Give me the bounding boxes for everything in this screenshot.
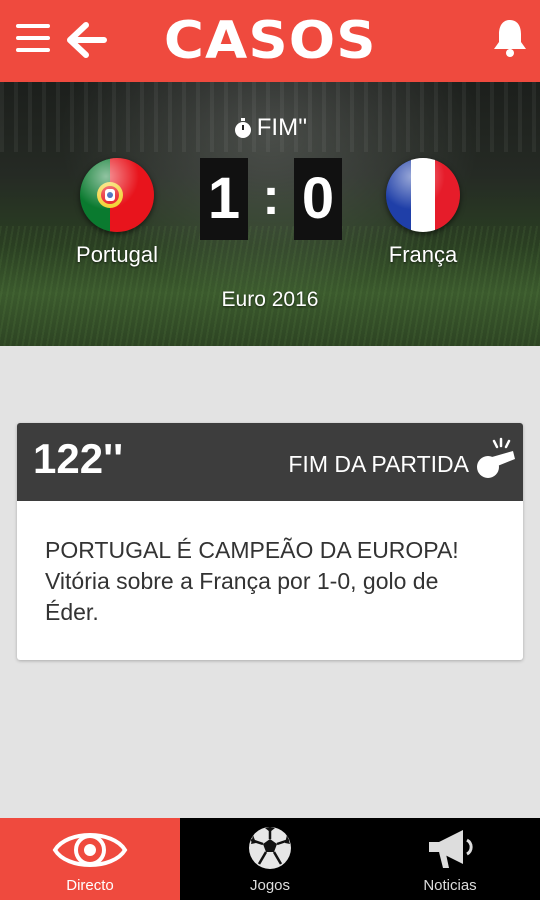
home-score: 1 bbox=[200, 158, 248, 240]
nav-label-noticias: Noticias bbox=[423, 877, 477, 894]
eye-icon bbox=[52, 833, 128, 867]
score-separator: : bbox=[262, 168, 280, 226]
hamburger-menu-icon[interactable] bbox=[16, 24, 50, 54]
bottom-navigation: Directo Jogos Noticias bbox=[0, 818, 540, 900]
away-team-name: França bbox=[388, 242, 458, 267]
event-description: PORTUGAL É CAMPEÃO DA EUROPA! Vitória so… bbox=[45, 537, 459, 625]
competition-name: Euro 2016 bbox=[221, 288, 319, 311]
logo-text: CASOS bbox=[163, 11, 377, 71]
event-type: FIM DA PARTIDA bbox=[288, 451, 469, 477]
nav-item-directo[interactable]: Directo bbox=[0, 818, 180, 900]
bell-icon[interactable] bbox=[490, 16, 530, 60]
nav-label-jogos: Jogos bbox=[249, 877, 291, 894]
match-scoreboard: FIM'' 1 : 0 Portugal França Euro 2016 bbox=[0, 82, 540, 346]
home-team-name: Portugal bbox=[76, 242, 158, 267]
app-logo: CASOS bbox=[164, 10, 376, 72]
nav-item-jogos[interactable]: Jogos bbox=[180, 818, 360, 900]
match-status-text: FIM'' bbox=[256, 114, 308, 141]
arrow-left-icon[interactable] bbox=[66, 20, 108, 60]
event-minute: 122'' bbox=[33, 435, 124, 482]
match-event-card: 122'' FIM DA PARTIDA PORTUGAL É CAMPEÃO … bbox=[17, 423, 523, 660]
nav-label-directo: Directo bbox=[66, 877, 114, 894]
portugal-flag-icon bbox=[80, 158, 154, 232]
soccer-ball-icon bbox=[249, 827, 291, 869]
france-flag-icon bbox=[386, 158, 460, 232]
stopwatch-icon bbox=[234, 118, 251, 138]
nav-item-noticias[interactable]: Noticias bbox=[360, 818, 540, 900]
whistle-icon bbox=[477, 437, 515, 478]
app-header: CASOS bbox=[0, 0, 540, 82]
away-score: 0 bbox=[294, 158, 342, 240]
megaphone-icon bbox=[429, 830, 473, 868]
event-card-header: 122'' FIM DA PARTIDA bbox=[17, 423, 523, 501]
match-status: FIM'' bbox=[0, 114, 540, 142]
